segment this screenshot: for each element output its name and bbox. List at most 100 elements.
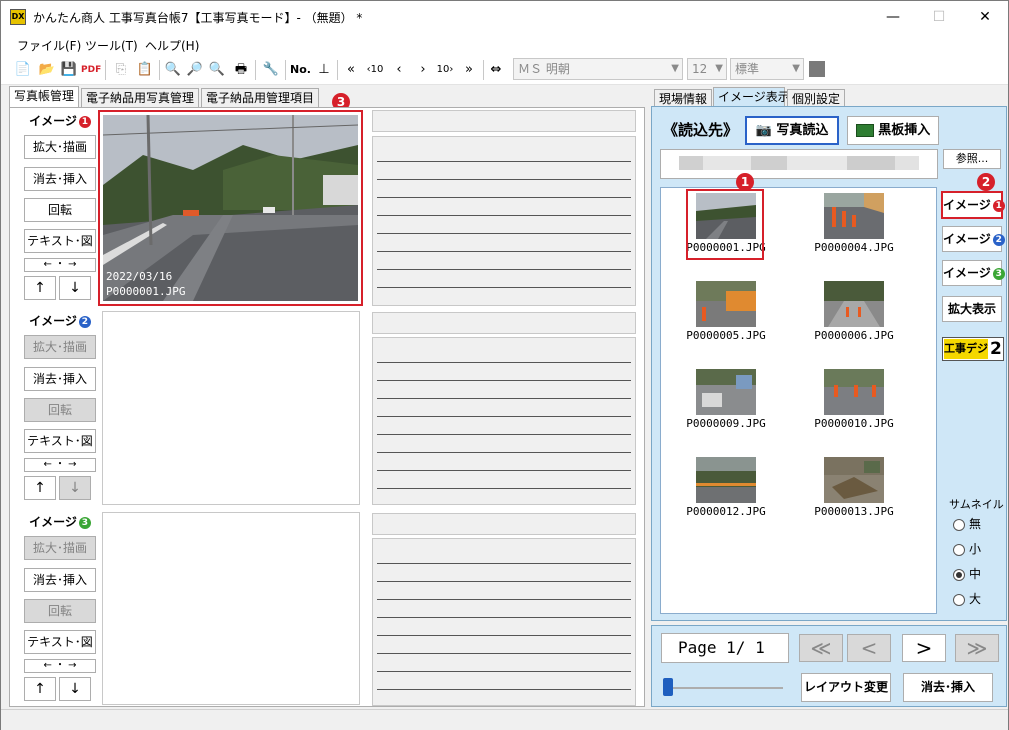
erase-insert-button-2[interactable]: 消去･挿入 bbox=[24, 367, 96, 391]
preview-page-icon[interactable]: 🔎 bbox=[185, 60, 205, 80]
text-figure-button-2[interactable]: テキスト･図 bbox=[24, 429, 96, 453]
first-page-icon[interactable]: « bbox=[341, 60, 361, 80]
photo-1-filename: P0000001.JPG bbox=[106, 285, 186, 298]
image-2-button[interactable]: イメージ 2 bbox=[942, 226, 1005, 252]
move-up-button-2[interactable]: ↑ bbox=[24, 476, 56, 500]
new-file-icon[interactable]: 📄 bbox=[13, 60, 33, 80]
move-down-button-3[interactable]: ↓ bbox=[59, 677, 91, 701]
tab-photo-album[interactable]: 写真帳管理 bbox=[9, 86, 79, 108]
prev-page-icon[interactable]: ‹ bbox=[389, 60, 409, 80]
swap-icon[interactable]: ⇔ bbox=[486, 60, 506, 80]
menu-tools[interactable]: ツール(T) bbox=[85, 37, 138, 54]
image-1-button[interactable]: イメージ 1 bbox=[941, 191, 1005, 219]
number-button[interactable]: No. bbox=[290, 60, 311, 80]
move-down-button-2[interactable]: ↓ bbox=[59, 476, 91, 500]
font-size-select[interactable]: 12 ▼ bbox=[687, 58, 727, 80]
thumb-size-small[interactable]: 小 bbox=[953, 540, 981, 557]
expand-draw-button-3[interactable]: 拡大･描画 bbox=[24, 536, 96, 560]
source-path-field[interactable] bbox=[660, 149, 938, 179]
thumbnail-item[interactable]: P0000004.JPG bbox=[814, 189, 894, 271]
move-up-button-1[interactable]: ↑ bbox=[24, 276, 56, 300]
minimize-button[interactable]: — bbox=[870, 1, 916, 33]
last-page-icon[interactable]: » bbox=[459, 60, 479, 80]
preview-icon[interactable]: 🔍 bbox=[163, 60, 183, 80]
thumbnail-item[interactable]: P0000013.JPG bbox=[814, 453, 894, 535]
erase-insert-button-main[interactable]: 消去･挿入 bbox=[903, 673, 993, 702]
thumbnail-caption: P0000005.JPG bbox=[686, 329, 766, 342]
image-group-1-label: イメージ 1 bbox=[24, 113, 96, 130]
last-page-button[interactable]: ≫ bbox=[955, 634, 999, 662]
left-right-arrows-2[interactable]: ← ・ → bbox=[24, 458, 96, 472]
browse-button[interactable]: 参照... bbox=[943, 149, 1001, 169]
font-style-select[interactable]: 標準 ▼ bbox=[730, 58, 804, 80]
toolbar-divider bbox=[255, 60, 256, 80]
text-figure-button-3[interactable]: テキスト･図 bbox=[24, 630, 96, 654]
prev-page-button[interactable]: < bbox=[847, 634, 891, 662]
rotate-button-1[interactable]: 回転 bbox=[24, 198, 96, 222]
color-swatch[interactable] bbox=[809, 61, 825, 77]
photo-frame-2[interactable] bbox=[102, 311, 360, 505]
memo-lines-1[interactable] bbox=[372, 136, 636, 306]
rotate-button-2[interactable]: 回転 bbox=[24, 398, 96, 422]
memo-header-3[interactable] bbox=[372, 513, 636, 535]
thumbnail-image bbox=[824, 193, 884, 239]
thumbnail-item[interactable]: P0000009.JPG bbox=[686, 365, 766, 447]
photo-frame-1[interactable]: 2022/03/16 P0000001.JPG bbox=[98, 110, 363, 306]
memo-header-1[interactable] bbox=[372, 110, 636, 132]
settings-icon[interactable]: 🔧 bbox=[261, 60, 281, 80]
next-page-icon[interactable]: › bbox=[413, 60, 433, 80]
print-icon[interactable]: 🖶 bbox=[231, 60, 251, 80]
expand-draw-button-1[interactable]: 拡大･描画 bbox=[24, 135, 96, 159]
maximize-button[interactable]: ☐ bbox=[916, 1, 962, 33]
paste-icon[interactable]: 📋 bbox=[135, 60, 155, 80]
left-right-arrows-1[interactable]: ← ・ → bbox=[24, 258, 96, 272]
save-icon[interactable]: 💾 bbox=[59, 60, 79, 80]
open-folder-icon[interactable]: 📂 bbox=[37, 60, 57, 80]
thumbnail-item[interactable]: P0000006.JPG bbox=[814, 277, 894, 359]
zoom-slider-track[interactable] bbox=[665, 687, 783, 689]
font-name-select[interactable]: ＭＳ 明朝 ▼ bbox=[513, 58, 683, 80]
thumbnail-caption: P0000012.JPG bbox=[686, 505, 766, 518]
first-page-button[interactable]: ≪ bbox=[799, 634, 843, 662]
erase-insert-button-1[interactable]: 消去･挿入 bbox=[24, 167, 96, 191]
memo-header-2[interactable] bbox=[372, 312, 636, 334]
enlarge-view-button[interactable]: 拡大表示 bbox=[942, 296, 1002, 322]
insert-blackboard-button[interactable]: 黒板挿入 bbox=[847, 116, 939, 145]
erase-insert-button-3[interactable]: 消去･挿入 bbox=[24, 568, 96, 592]
thumbnail-item[interactable]: P0000005.JPG bbox=[686, 277, 766, 359]
left-right-arrows-3[interactable]: ← ・ → bbox=[24, 659, 96, 673]
preview-all-icon[interactable]: 🔍 bbox=[207, 60, 227, 80]
expand-draw-button-2[interactable]: 拡大･描画 bbox=[24, 335, 96, 359]
load-photo-button[interactable]: 📷 写真読込 bbox=[745, 116, 839, 145]
memo-lines-3[interactable] bbox=[372, 538, 636, 706]
layout-change-button[interactable]: レイアウト変更 bbox=[801, 673, 891, 702]
blackboard-icon bbox=[855, 124, 874, 137]
image-3-button[interactable]: イメージ 3 bbox=[942, 260, 1005, 286]
thumbnail-item[interactable]: P0000010.JPG bbox=[814, 365, 894, 447]
thumb-size-none[interactable]: 無 bbox=[953, 515, 981, 532]
thumb-size-medium[interactable]: 中 bbox=[953, 565, 981, 582]
zoom-slider-handle[interactable] bbox=[663, 678, 673, 696]
toolbar-divider bbox=[337, 60, 338, 80]
move-down-button-1[interactable]: ↓ bbox=[59, 276, 91, 300]
kouji-digi-button[interactable]: 工事デジ 2 bbox=[942, 337, 1004, 361]
move-up-button-3[interactable]: ↑ bbox=[24, 677, 56, 701]
copy-icon[interactable]: ⎘ bbox=[111, 60, 131, 80]
thumb-size-large[interactable]: 大 bbox=[953, 590, 981, 607]
text-figure-button-1[interactable]: テキスト･図 bbox=[24, 229, 96, 253]
tab-e-delivery-photo[interactable]: 電子納品用写真管理 bbox=[81, 88, 199, 108]
memo-lines-2[interactable] bbox=[372, 337, 636, 505]
menu-help[interactable]: ヘルプ(H) bbox=[145, 37, 199, 54]
next-page-button[interactable]: > bbox=[902, 634, 946, 662]
menu-file[interactable]: ファイル(F) bbox=[17, 37, 81, 54]
thumbnail-item[interactable]: P0000012.JPG bbox=[686, 453, 766, 535]
back-10-icon[interactable]: ‹10 bbox=[365, 60, 385, 80]
close-button[interactable]: ✕ bbox=[962, 1, 1008, 33]
text-tool-icon[interactable]: ⊥ bbox=[314, 60, 334, 80]
forward-10-icon[interactable]: 10› bbox=[435, 60, 455, 80]
pdf-icon[interactable]: PDF bbox=[81, 60, 101, 80]
tab-e-delivery-items[interactable]: 電子納品用管理項目 bbox=[201, 88, 319, 108]
photo-frame-3[interactable] bbox=[102, 512, 360, 705]
page-indicator: Page 1/ 1 bbox=[661, 633, 789, 663]
rotate-button-3[interactable]: 回転 bbox=[24, 599, 96, 623]
